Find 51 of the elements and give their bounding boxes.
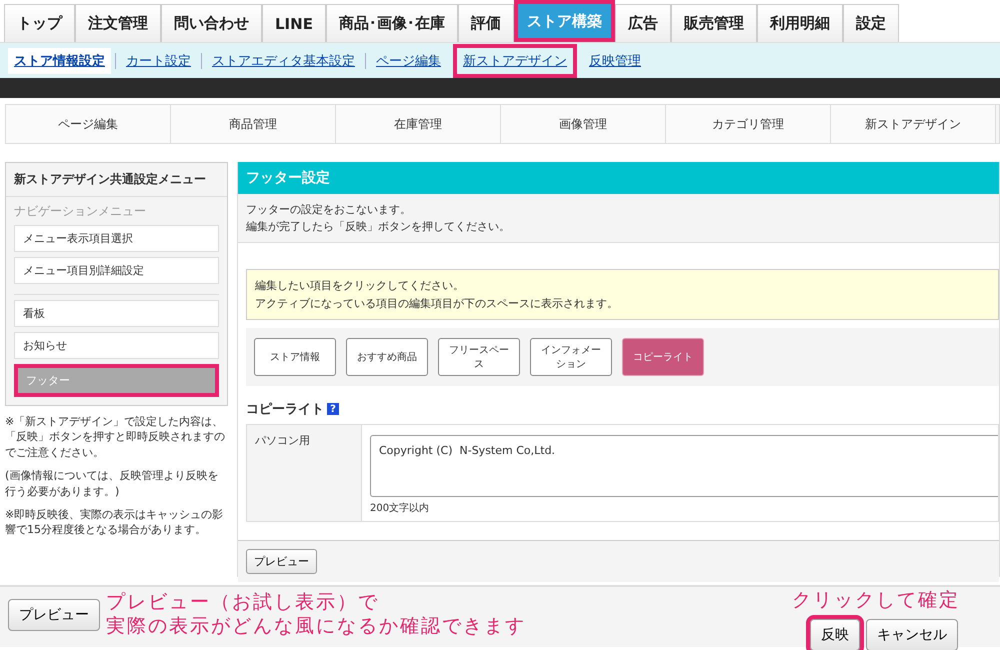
nav-tab[interactable]: 広告 <box>614 4 671 42</box>
nav-tab[interactable]: 問い合わせ <box>161 4 262 42</box>
sidebar-item[interactable]: メニュー項目別詳細設定 <box>14 257 219 284</box>
sub-nav-link[interactable]: ストア情報設定 <box>8 48 111 74</box>
description-text: フッターの設定をおこないます。 <box>246 202 412 217</box>
footer-button[interactable]: キャンセル <box>866 618 958 650</box>
field-label: パソコン用 <box>247 425 362 521</box>
nav-tab[interactable]: 評価 <box>458 4 514 42</box>
group-label: ナビゲーションメニュー <box>13 203 147 220</box>
hint-text: 編集したい項目をクリックしてください。 <box>255 278 465 293</box>
annotation-text: 実際の表示がどんな風になるか確認できます <box>106 614 526 638</box>
nav-tab[interactable]: 設定 <box>842 4 899 42</box>
nav-tab[interactable]: 利用明細 <box>756 4 843 42</box>
sub-nav-link[interactable]: カート設定 <box>120 48 197 74</box>
item-button[interactable]: インフォメーション <box>530 338 612 376</box>
description-text: 編集が完了したら「反映」ボタンを押してください。 <box>246 219 511 234</box>
nav-tab[interactable]: トップ <box>4 4 75 42</box>
sub-nav-link[interactable]: 反映管理 <box>583 48 647 74</box>
item-button[interactable]: おすすめ商品 <box>346 338 428 376</box>
sub-nav-link[interactable]: ページ編集 <box>370 48 447 74</box>
sidebar-item[interactable]: お知らせ <box>14 332 219 359</box>
sidebar-item[interactable]: 看板 <box>14 300 219 327</box>
hint-text: アクティブになっている項目の編集項目が下のスペースに表示されます。 <box>255 296 619 311</box>
annotation-text: クリックして確定 <box>792 589 960 613</box>
sidebar-item[interactable]: メニュー表示項目選択 <box>14 225 219 252</box>
item-button[interactable]: コピーライト <box>622 338 704 376</box>
panel-title: フッター設定 <box>238 162 999 194</box>
nav-tab[interactable]: 商品･画像･在庫 <box>326 4 458 42</box>
note-text: (画像情報については、反映管理より反映を行う必要があります。) <box>5 468 220 499</box>
section-tab[interactable]: 在庫管理 <box>336 105 501 143</box>
item-button[interactable]: ストア情報 <box>254 338 336 376</box>
section-tab[interactable]: ページ編集 <box>6 105 171 143</box>
nav-tab[interactable]: LINE <box>262 4 326 42</box>
preview-button[interactable]: プレビュー <box>246 549 317 574</box>
section-tab[interactable]: 新ストアデザイン <box>831 105 996 143</box>
sub-nav-link[interactable]: ストアエディタ基本設定 <box>206 48 361 74</box>
char-limit-text: 200文字以内 <box>370 502 430 515</box>
nav-tab[interactable]: 注文管理 <box>75 4 161 42</box>
sidebar-title: 新ストアデザイン共通設定メニュー <box>6 163 227 197</box>
note-text: ※即時反映後、実際の表示はキャッシュの影響で15分程度後となる場合があります。 <box>5 506 224 538</box>
annotation-text: プレビュー（お試し表示）で <box>106 591 380 615</box>
note-text: ※「新ストアデザイン」で設定した内容は、「反映」ボタンを押すと即時反映されますのでご注意ください。 <box>5 414 226 460</box>
help-icon[interactable]: ? <box>327 403 339 415</box>
copyright-input[interactable]: Copyright (C) N-System Co,Ltd. <box>370 435 998 497</box>
item-button[interactable]: フリースペース <box>438 338 520 376</box>
section-tab[interactable]: カテゴリ管理 <box>666 105 831 143</box>
preview-button[interactable]: プレビュー <box>8 599 100 631</box>
section-tab[interactable]: 画像管理 <box>501 105 666 143</box>
section-tab[interactable]: 商品管理 <box>171 105 336 143</box>
nav-tab[interactable]: 販売管理 <box>670 4 757 42</box>
section-title: コピーライト <box>246 401 324 418</box>
